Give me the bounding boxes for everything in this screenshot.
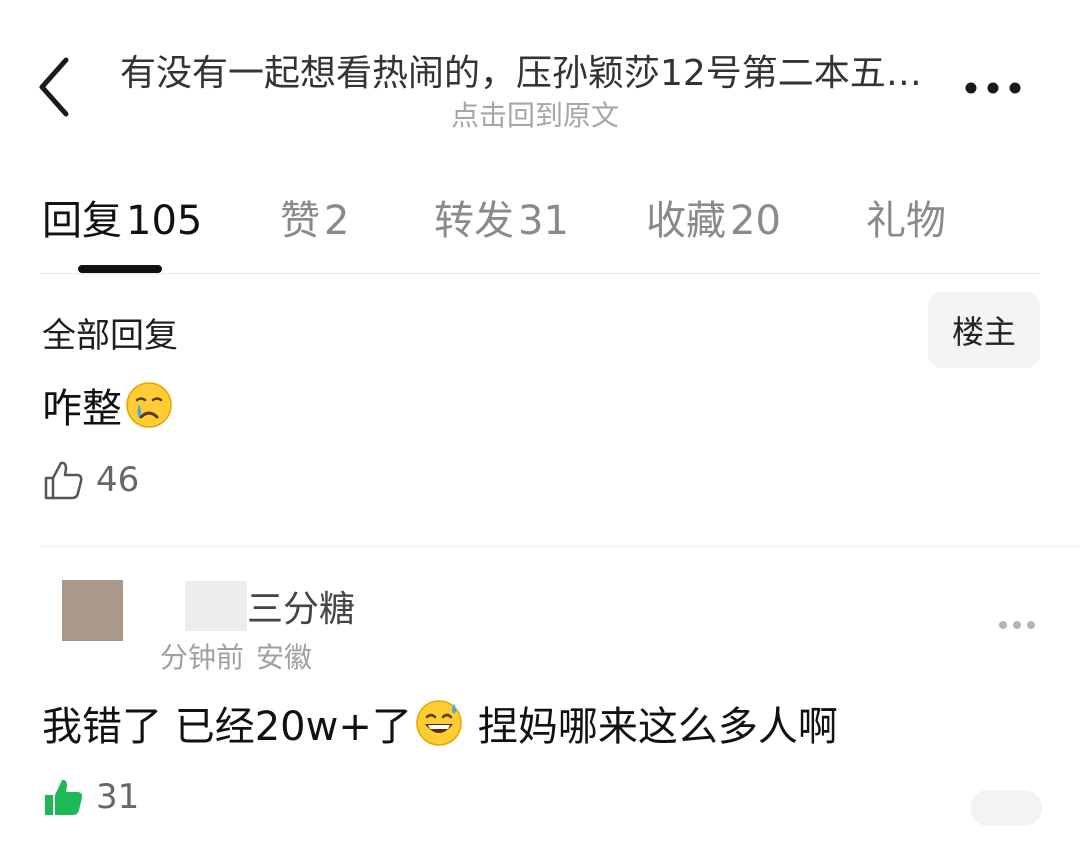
back-to-original-link[interactable]: 点击回到原文 — [120, 94, 950, 134]
tab-favorites[interactable]: 收藏 20 — [646, 188, 781, 246]
tab-count: 31 — [518, 198, 569, 244]
active-tab-indicator — [78, 265, 162, 273]
thumbs-up-filled-icon — [45, 779, 83, 815]
comment-text-part1: 我错了 已经20w+了 — [42, 704, 412, 750]
timestamp: 分钟前 — [160, 641, 245, 674]
op-only-button[interactable]: 楼主 — [928, 292, 1040, 368]
comment-text: 咋整 — [42, 376, 174, 434]
tab-count: 20 — [730, 198, 781, 244]
like-button[interactable]: 46 — [42, 458, 139, 502]
section-title: 全部回复 — [42, 316, 178, 356]
tab-replies[interactable]: 回复 105 — [42, 188, 202, 246]
tab-likes[interactable]: 赞2 — [280, 188, 349, 246]
comment-text: 我错了 已经20w+了 捏妈哪来这么多人啊 — [42, 694, 838, 752]
tab-gifts[interactable]: 礼物 — [866, 188, 946, 246]
like-button[interactable]: 31 — [42, 775, 139, 819]
back-button[interactable] — [30, 52, 80, 122]
tab-count: 2 — [324, 198, 350, 244]
chevron-left-icon — [39, 57, 69, 117]
comment-more-button[interactable] — [995, 612, 1039, 638]
grinning-sweat-emoji-icon — [416, 700, 462, 746]
tab-label: 收藏 — [646, 198, 726, 244]
username[interactable]: 三分糖 — [247, 580, 355, 632]
location: 安徽 — [256, 641, 313, 674]
comment-meta: 分钟前 安徽 — [160, 636, 324, 676]
crying-face-emoji-icon — [126, 382, 172, 428]
username-redacted — [185, 581, 247, 631]
tab-label: 赞 — [280, 198, 320, 244]
more-options-button[interactable] — [955, 70, 1035, 106]
tab-count: 105 — [126, 198, 203, 244]
tab-label: 转发 — [434, 198, 514, 244]
like-count: 31 — [96, 777, 140, 817]
tab-reposts[interactable]: 转发 31 — [434, 188, 569, 246]
tab-bar: 回复 105 赞2 转发 31 收藏 20 礼物 — [40, 188, 1040, 248]
comment-text-part2: 捏妈哪来这么多人啊 — [477, 704, 838, 750]
divider — [40, 273, 1040, 274]
like-count: 46 — [96, 460, 140, 500]
tab-label: 回复 — [42, 198, 122, 244]
thumbs-up-outline-icon — [44, 461, 83, 500]
more-horizontal-icon — [965, 82, 1021, 94]
divider — [40, 546, 1080, 547]
post-title[interactable]: 有没有一起想看热闹的，压孙颖莎12号第二本五大… — [120, 44, 950, 96]
more-horizontal-icon — [999, 621, 1035, 629]
reply-button[interactable] — [970, 790, 1042, 826]
comment-text-content: 咋整 — [42, 386, 122, 432]
username-row: 三分糖 — [185, 580, 355, 632]
avatar[interactable] — [62, 580, 123, 641]
tab-label: 礼物 — [866, 198, 946, 244]
